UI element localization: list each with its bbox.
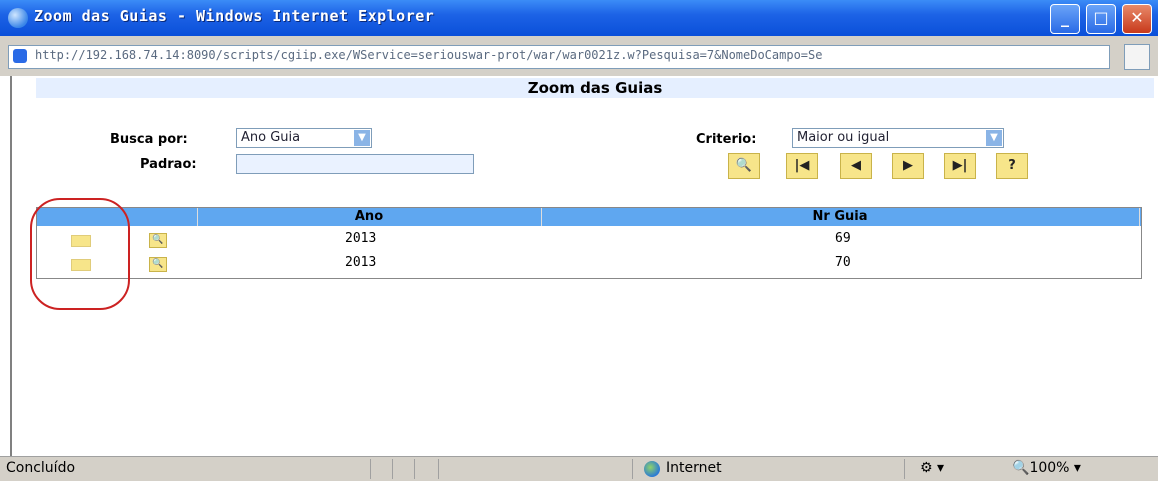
compat-view-button[interactable] (1124, 44, 1150, 70)
cell-ano: 2013 (345, 255, 377, 270)
criterio-label: Criterio: (696, 132, 757, 147)
magnifier-icon[interactable]: 🔍 (149, 233, 167, 248)
column-header-nr-guia: Nr Guia (541, 208, 1140, 226)
url-text: http://192.168.74.14:8090/scripts/cgiip.… (35, 48, 823, 62)
status-divider (438, 459, 439, 479)
table-header: Ano Nr Guia (37, 208, 1141, 226)
zone-text: Internet (666, 460, 722, 476)
search-button[interactable]: 🔍 (728, 153, 760, 179)
cell-nr-guia: 69 (835, 231, 851, 246)
page-content: Zoom das Guias Busca por: Ano Guia ▼ Pad… (10, 76, 1157, 456)
browser-window: Zoom das Guias - Windows Internet Explor… (0, 0, 1158, 481)
minimize-button[interactable]: _ (1050, 4, 1080, 34)
status-text: Concluído (6, 460, 76, 476)
help-button[interactable]: ? (996, 153, 1028, 179)
page-icon (13, 49, 27, 63)
status-divider (414, 459, 415, 479)
protected-mode-icon[interactable]: ⚙ ▾ (920, 460, 944, 476)
next-page-button[interactable]: ▶ (892, 153, 924, 179)
criterio-select-value: Maior ou igual (797, 130, 890, 145)
annotation-circle (30, 198, 130, 310)
ie-logo-icon (8, 8, 28, 28)
padrao-label: Padrao: (140, 157, 197, 172)
results-table: Ano Nr Guia 🔍 2013 69 🔍 2013 70 (36, 207, 1142, 279)
busca-label: Busca por: (110, 132, 188, 147)
cell-nr-guia: 70 (835, 255, 851, 270)
chevron-down-icon[interactable]: ▼ (986, 130, 1002, 146)
last-page-button[interactable]: ▶| (944, 153, 976, 179)
window-title: Zoom das Guias - Windows Internet Explor… (34, 7, 435, 25)
page-title: Zoom das Guias (36, 78, 1154, 98)
table-row[interactable]: 🔍 2013 69 (37, 228, 1141, 252)
first-page-button[interactable]: |◀ (786, 153, 818, 179)
padrao-input[interactable] (236, 154, 474, 174)
zoom-icon: 🔍 (1012, 460, 1030, 476)
busca-select-value: Ano Guia (241, 130, 301, 145)
address-field[interactable]: http://192.168.74.14:8090/scripts/cgiip.… (8, 45, 1110, 69)
busca-select[interactable]: Ano Guia ▼ (236, 128, 372, 148)
zoom-value: 100% (1029, 460, 1070, 476)
close-button[interactable]: ✕ (1122, 4, 1152, 34)
column-header-ano: Ano (197, 208, 542, 226)
address-bar: http://192.168.74.14:8090/scripts/cgiip.… (0, 36, 1158, 76)
cell-ano: 2013 (345, 231, 377, 246)
table-row[interactable]: 🔍 2013 70 (37, 252, 1141, 276)
criterio-select[interactable]: Maior ou igual ▼ (792, 128, 1004, 148)
maximize-button[interactable]: □ (1086, 4, 1116, 34)
status-bar: Concluído Internet ⚙ ▾ 🔍100% ▾ (0, 456, 1158, 481)
chevron-down-icon[interactable]: ▼ (354, 130, 370, 146)
globe-icon (644, 461, 660, 477)
title-bar: Zoom das Guias - Windows Internet Explor… (0, 0, 1158, 36)
status-divider (392, 459, 393, 479)
magnifier-icon[interactable]: 🔍 (149, 257, 167, 272)
status-divider (370, 459, 371, 479)
prev-page-button[interactable]: ◀ (840, 153, 872, 179)
status-divider (904, 459, 905, 479)
zoom-level[interactable]: 🔍100% ▾ (1012, 460, 1081, 476)
status-divider (632, 459, 633, 479)
